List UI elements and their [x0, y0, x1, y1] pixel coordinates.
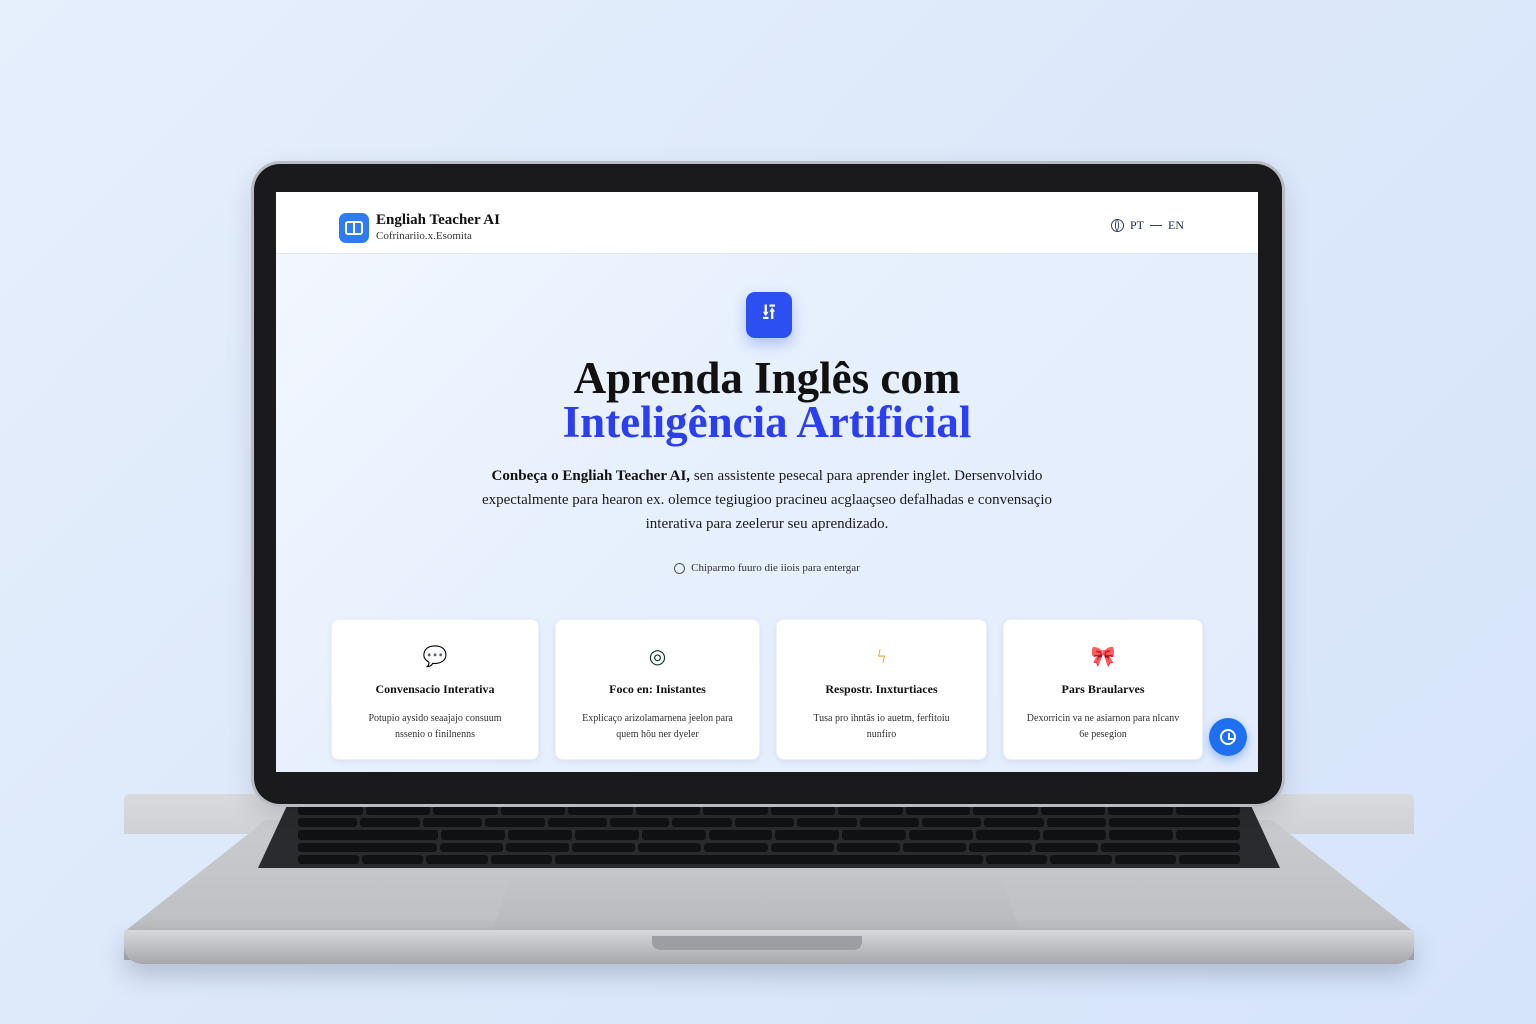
hero-description: Conbeça o Engliah Teacher AI, sen assist… [466, 464, 1068, 536]
feature-card-desc: Potupio aysido seaajajo consuum nssenio … [368, 713, 502, 740]
brand-title[interactable]: Engliah Teacher AI [376, 212, 500, 229]
lang-pt[interactable]: PT [1130, 218, 1144, 233]
laptop-notch [652, 936, 862, 950]
search-icon [674, 562, 686, 574]
feature-card-conversation[interactable]: 💬 Convensacio Interativa Potupio aysido … [331, 619, 539, 760]
floating-action-button[interactable] [1209, 718, 1247, 756]
laptop-keyboard [258, 802, 1280, 868]
feature-card-focus[interactable]: ◎ Foco en: Inistantes Explicaço arizolam… [555, 619, 760, 760]
brand-subtitle: Cofrinariio.x.Esomita [376, 230, 472, 242]
hero-sparkle-icon: ⭿ [746, 292, 792, 338]
hero-hint-text: Chiparmo fuuro die iiois para entergar [691, 562, 860, 574]
hero-hint[interactable]: Chiparmo fuuro die iiois para entergar [276, 562, 1258, 574]
feature-card-title: Foco en: Inistantes [609, 682, 706, 696]
lang-divider [1150, 225, 1162, 226]
hero-title-line2: Inteligência Artificial [562, 397, 972, 447]
globe-icon [1110, 219, 1124, 232]
chat-bubble-icon: 💬 [422, 646, 448, 668]
feature-card-title: Convensacio Interativa [375, 682, 495, 696]
feature-card-words[interactable]: 🎀 Pars Braularves Dexorricin va ne asiar… [1003, 619, 1203, 760]
target-icon: ◎ [648, 646, 667, 668]
feature-card-desc: Tusa pro ihntãs io auetm, ferfitoiu nunf… [813, 713, 950, 740]
laptop-trackpad [492, 870, 1020, 932]
feature-card-desc: Explicaço arizolamarnena jeelon para que… [582, 713, 733, 740]
feature-card-title: Respostr. Inxturtiaces [825, 682, 938, 696]
lightning-icon: ϟ [876, 646, 887, 668]
lang-en[interactable]: EN [1168, 218, 1184, 233]
logo-icon[interactable] [339, 213, 369, 243]
ribbon-icon: 🎀 [1090, 646, 1116, 668]
laptop-screen: Engliah Teacher AI Cofrinariio.x.Esomita… [276, 192, 1258, 772]
language-switcher[interactable]: PT EN [1110, 218, 1184, 233]
hero-description-bold: Conbeça o Engliah Teacher AI, [491, 468, 691, 484]
feature-card-title: Pars Braularves [1061, 682, 1145, 696]
feature-card-answers[interactable]: ϟ Respostr. Inxturtiaces Tusa pro ihntãs… [776, 619, 987, 760]
clock-icon [1220, 729, 1236, 745]
feature-card-desc: Dexorricin va ne asiarnon para nlcanv 6e… [1026, 713, 1180, 740]
site-header: Engliah Teacher AI Cofrinariio.x.Esomita… [276, 192, 1258, 254]
